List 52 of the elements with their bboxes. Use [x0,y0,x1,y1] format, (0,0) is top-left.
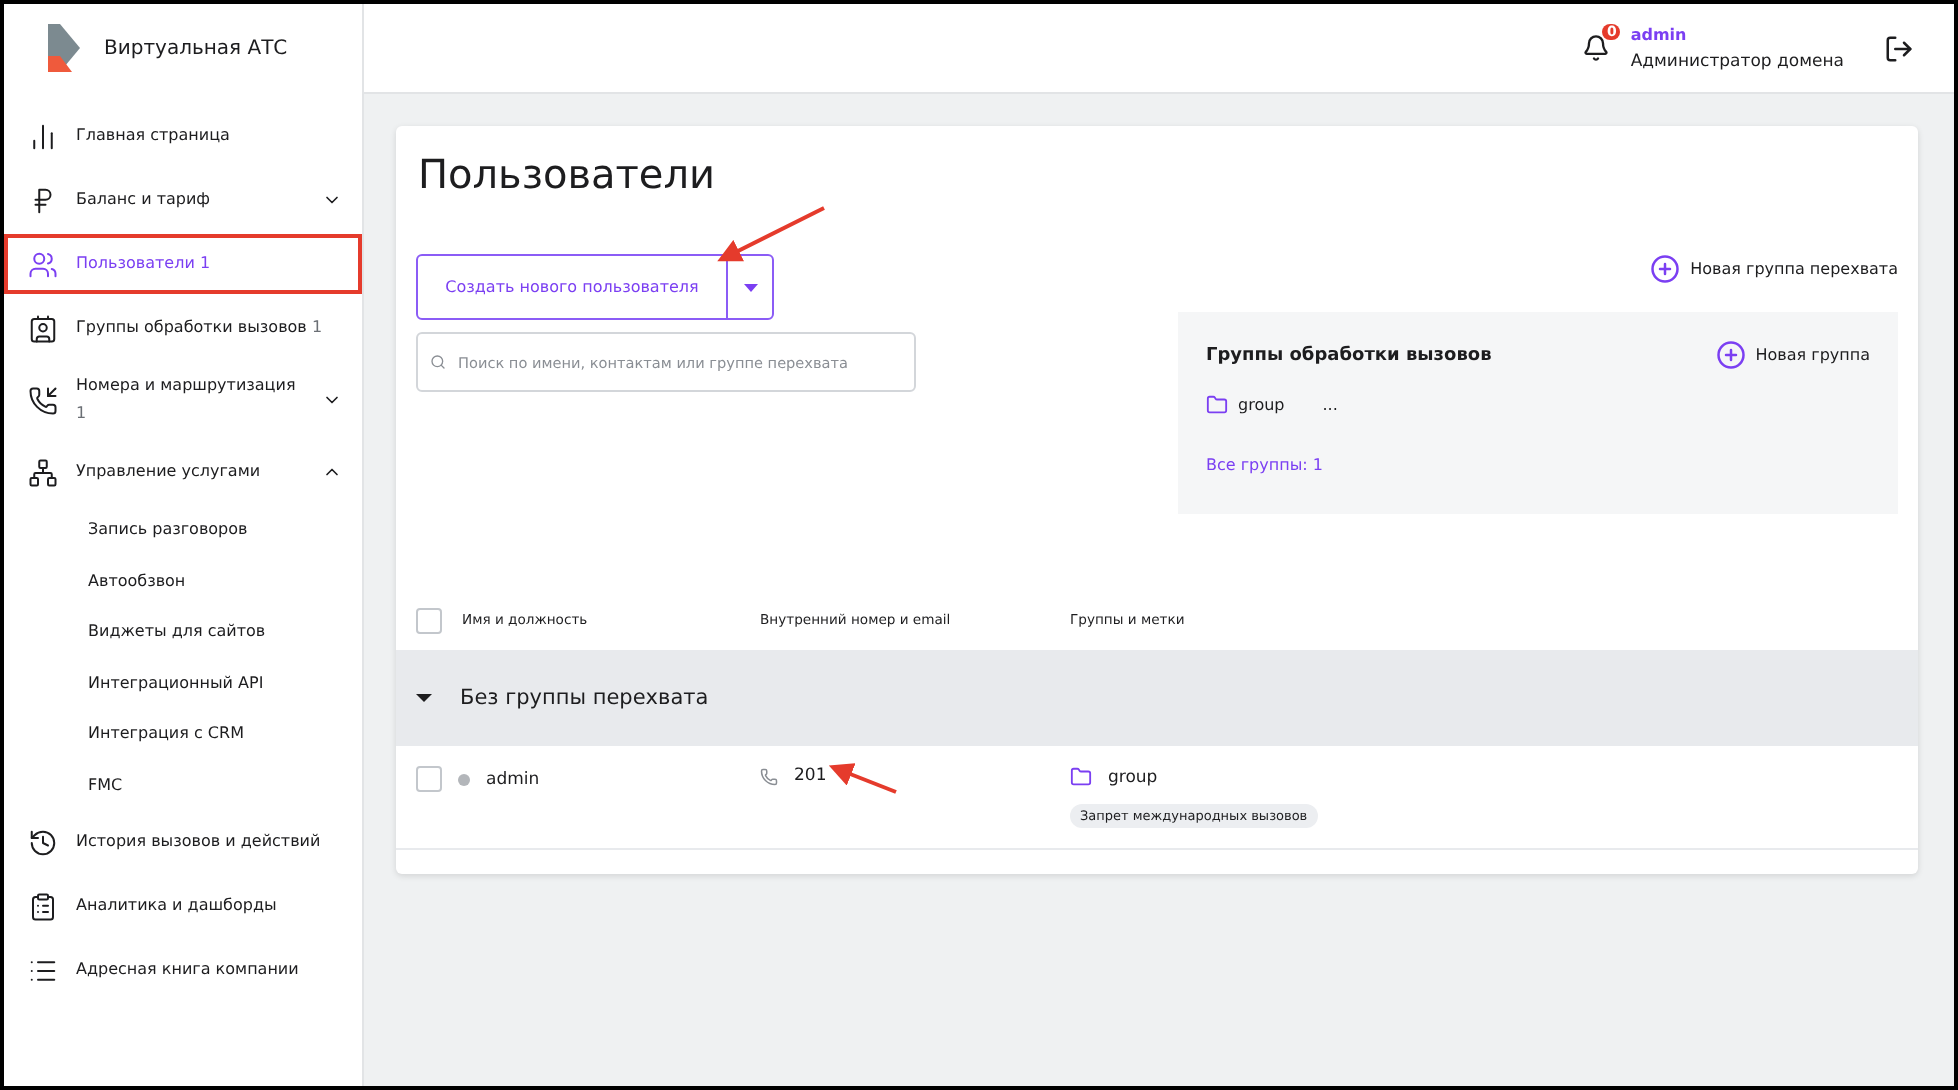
menu-icon [28,313,58,343]
sidebar-subitem[interactable]: Автообзвон [4,555,362,606]
sidebar-subitem[interactable]: Запись разговоров [4,504,362,555]
page-title: Пользователи [418,150,717,198]
group-name[interactable]: group [1238,396,1285,414]
sidebar-subitem[interactable]: Виджеты для сайтов [4,606,362,657]
plus-circle-icon [1715,340,1746,370]
section-title: Без группы перехвата [460,686,709,710]
sidebar-subitem[interactable]: FMC [4,759,362,810]
logo-icon [48,24,80,72]
sidebar-item[interactable]: Главная страница [4,106,362,166]
select-all-checkbox[interactable] [416,607,442,633]
plus-circle-icon [1650,254,1681,284]
caret-icon [743,283,757,291]
sidebar-item[interactable]: Номера и маршрутизация 1 [4,362,362,438]
panel-title: Группы обработки вызовов [1206,345,1492,365]
menu-icon [28,955,58,985]
logout-icon[interactable] [1884,33,1914,63]
menu-icon [28,457,58,487]
menu-icon [28,121,58,151]
search-icon [430,354,446,370]
user-name[interactable]: admin [1630,25,1844,43]
sidebar-item[interactable]: Аналитика и дашборды [4,876,362,936]
sidebar-item[interactable]: История вызовов и действий [4,812,362,872]
annotation-arrow [828,763,897,794]
sidebar-subitem[interactable]: Интеграция с CRM [4,708,362,759]
sidebar-item[interactable]: Баланс и тариф [4,170,362,230]
more-text: ... [1322,396,1338,414]
annotation-arrow [717,206,825,262]
menu-icon [28,891,58,921]
row-checkbox[interactable] [416,766,442,792]
sidebar-item[interactable]: Адресная книга компании [4,940,362,1000]
group-name[interactable]: group [1108,767,1158,787]
new-pickup-group-button[interactable]: Новая группа перехвата [1650,254,1898,284]
phone-icon [760,767,778,785]
menu-icon [28,827,58,857]
sidebar-item[interactable]: Пользователи 1 [4,234,362,294]
sidebar-item[interactable]: Группы обработки вызовов 1 [4,298,362,358]
all-groups-link[interactable]: Все группы: 1 [1206,456,1323,474]
bell-icon[interactable] [1582,34,1611,62]
app-title: Виртуальная АТС [104,37,288,59]
section-header[interactable]: Без группы перехвата [396,650,1918,746]
sidebar-item[interactable]: Управление услугами [4,442,362,502]
folder-icon [1070,766,1092,788]
sidebar-subitem[interactable]: Интеграционный API [4,657,362,708]
user-role: Администратор домена [1630,51,1844,71]
extension-cell: 201 [794,766,827,786]
folder-icon [1206,394,1228,416]
menu-icon [28,249,58,279]
user-name-cell[interactable]: admin [486,769,540,789]
new-group-button[interactable]: Новая группа [1715,340,1870,370]
menu-icon [28,385,58,415]
